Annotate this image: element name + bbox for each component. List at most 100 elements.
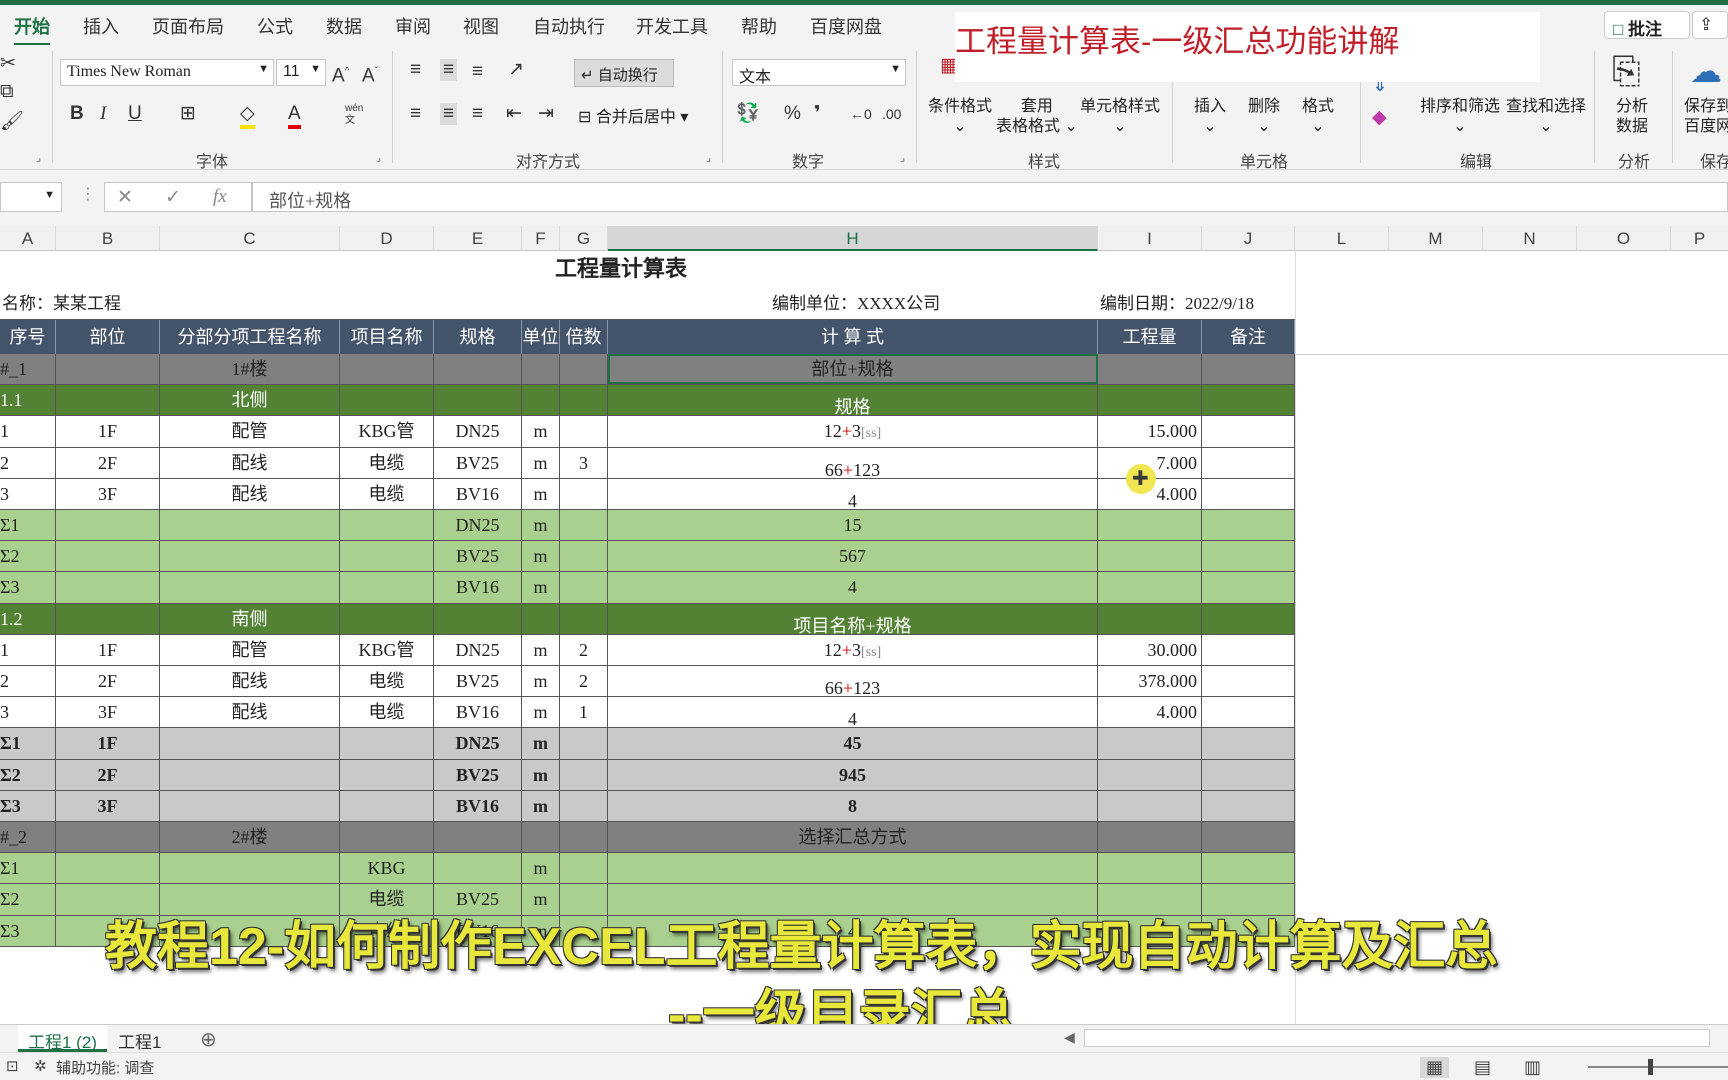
cell-unit[interactable]: m xyxy=(522,572,560,603)
percent-icon[interactable]: % xyxy=(784,103,801,125)
cell-spec[interactable]: DN25 xyxy=(434,416,522,447)
cell-multiple[interactable] xyxy=(560,541,608,572)
format-painter-icon[interactable]: 🖌 xyxy=(0,111,24,133)
cell-formula[interactable]: 4 xyxy=(608,572,1098,603)
zoom-slider[interactable] xyxy=(1588,1066,1728,1068)
italic-icon[interactable]: I xyxy=(100,103,106,125)
cell-seq[interactable]: 1 xyxy=(0,416,56,447)
cell-formula[interactable]: 12+3[ss] xyxy=(608,416,1098,447)
cell-spec[interactable]: BV16 xyxy=(434,697,522,728)
increase-font-icon[interactable]: A^ xyxy=(332,61,349,87)
cell-multiple[interactable] xyxy=(560,603,608,634)
number-launcher-icon[interactable]: ⌟ xyxy=(900,151,905,164)
cell-multiple[interactable] xyxy=(560,572,608,603)
cell-formula[interactable]: 945 xyxy=(608,759,1098,790)
cell-multiple[interactable]: 2 xyxy=(560,634,608,665)
cell-multiple[interactable]: 2 xyxy=(560,666,608,697)
cell-location[interactable] xyxy=(56,853,160,884)
tab-formulas[interactable]: 公式 xyxy=(257,13,293,39)
cut-icon[interactable]: ✂ xyxy=(0,53,16,75)
cell-subproject[interactable]: 配线 xyxy=(160,478,340,509)
cell-location[interactable]: 3F xyxy=(56,697,160,728)
add-sheet-icon[interactable]: ⊕ xyxy=(200,1027,217,1052)
cell-spec[interactable] xyxy=(434,853,522,884)
cell-remarks[interactable] xyxy=(1202,416,1295,447)
copy-icon[interactable]: ⧉ xyxy=(0,81,14,103)
cell-unit[interactable]: m xyxy=(522,416,560,447)
cell-formula[interactable]: 66+123 xyxy=(608,447,1098,478)
normal-view-icon[interactable]: ▦ xyxy=(1420,1057,1450,1078)
phonetic-icon[interactable]: wén 文 xyxy=(345,103,363,127)
cell-multiple[interactable] xyxy=(560,728,608,759)
align-bottom-icon[interactable]: ≡ xyxy=(472,61,483,83)
cell-subproject[interactable] xyxy=(160,572,340,603)
cell-quantity[interactable] xyxy=(1098,603,1202,634)
cell-spec[interactable]: DN25 xyxy=(434,728,522,759)
font-size-select[interactable]: 11 ▼ xyxy=(276,59,326,86)
decrease-indent-icon[interactable]: ⇤ xyxy=(506,103,522,125)
cell-unit[interactable]: m xyxy=(522,790,560,821)
cell-location[interactable]: 1F xyxy=(56,728,160,759)
header-item-name[interactable]: 项目名称 xyxy=(340,320,434,354)
clipboard-launcher-icon[interactable]: ⌟ xyxy=(36,151,41,164)
cell-quantity[interactable] xyxy=(1098,822,1202,853)
compile-date[interactable]: 编制日期：2022/9/18 xyxy=(1100,287,1254,320)
col-header-e[interactable]: E xyxy=(434,226,522,251)
font-color-icon[interactable]: A xyxy=(288,103,301,129)
cell-spec[interactable]: DN25 xyxy=(434,634,522,665)
cell-remarks[interactable] xyxy=(1202,666,1295,697)
find-select-button[interactable]: 查找和选择 ⌄ xyxy=(1506,97,1586,137)
cell-unit[interactable] xyxy=(522,603,560,634)
cell-item-name[interactable] xyxy=(340,354,434,385)
header-unit[interactable]: 单位 xyxy=(522,320,560,354)
cell-item-name[interactable] xyxy=(340,385,434,416)
col-header-g[interactable]: G xyxy=(560,226,608,251)
cell-unit[interactable]: m xyxy=(522,728,560,759)
header-quantity[interactable]: 工程量 xyxy=(1098,320,1202,354)
wrap-text-button[interactable]: ↵ 自动换行 xyxy=(574,59,674,87)
cell-quantity[interactable]: 15.000 xyxy=(1098,416,1202,447)
cell-multiple[interactable] xyxy=(560,790,608,821)
cell-quantity[interactable] xyxy=(1098,759,1202,790)
cell-unit[interactable] xyxy=(522,354,560,385)
cell-remarks[interactable] xyxy=(1202,510,1295,541)
cell-item-name[interactable]: 电缆 xyxy=(340,447,434,478)
cell-item-name[interactable]: 电缆 xyxy=(340,666,434,697)
cell-spec[interactable]: BV25 xyxy=(434,447,522,478)
align-right-icon[interactable]: ≡ xyxy=(472,103,483,125)
orientation-icon[interactable]: ↗ xyxy=(508,59,524,81)
comma-style-icon[interactable]: ❜ xyxy=(814,103,821,125)
cell-spec[interactable]: BV25 xyxy=(434,541,522,572)
cell-item-name[interactable] xyxy=(340,728,434,759)
cell-remarks[interactable] xyxy=(1202,822,1295,853)
cell-multiple[interactable]: 1 xyxy=(560,697,608,728)
align-left-icon[interactable]: ≡ xyxy=(410,103,421,125)
cell-quantity[interactable]: 378.000 xyxy=(1098,666,1202,697)
cell-quantity[interactable] xyxy=(1098,728,1202,759)
cell-location[interactable]: 2F xyxy=(56,666,160,697)
cell-remarks[interactable] xyxy=(1202,853,1295,884)
cell-spec[interactable]: BV16 xyxy=(434,572,522,603)
col-header-n[interactable]: N xyxy=(1483,226,1577,251)
cell-remarks[interactable] xyxy=(1202,572,1295,603)
font-launcher-icon[interactable]: ⌟ xyxy=(376,151,381,164)
cell-location[interactable]: 1F xyxy=(56,634,160,665)
header-formula[interactable]: 计 算 式 xyxy=(608,320,1098,354)
currency-icon[interactable]: 💱 xyxy=(736,103,760,125)
cell-seq[interactable]: #_2 xyxy=(0,822,56,853)
formula-input[interactable]: 部位+规格 xyxy=(252,182,1728,212)
cell-seq[interactable]: 3 xyxy=(0,478,56,509)
fill-color-icon[interactable]: ◇ xyxy=(240,103,255,129)
cell-remarks[interactable] xyxy=(1202,697,1295,728)
format-cells-button[interactable]: 格式 ⌄ xyxy=(1302,97,1334,137)
cell-subproject[interactable]: 2#楼 xyxy=(160,822,340,853)
header-spec[interactable]: 规格 xyxy=(434,320,522,354)
cell-item-name[interactable] xyxy=(340,541,434,572)
cell-seq[interactable]: Σ2 xyxy=(0,541,56,572)
cell-seq[interactable]: 3 xyxy=(0,697,56,728)
cell-unit[interactable]: m xyxy=(522,759,560,790)
cell-remarks[interactable] xyxy=(1202,447,1295,478)
delete-cells-button[interactable]: 删除 ⌄ xyxy=(1248,97,1280,137)
cell-unit[interactable]: m xyxy=(522,634,560,665)
align-center-icon[interactable]: ≡ xyxy=(440,103,458,125)
